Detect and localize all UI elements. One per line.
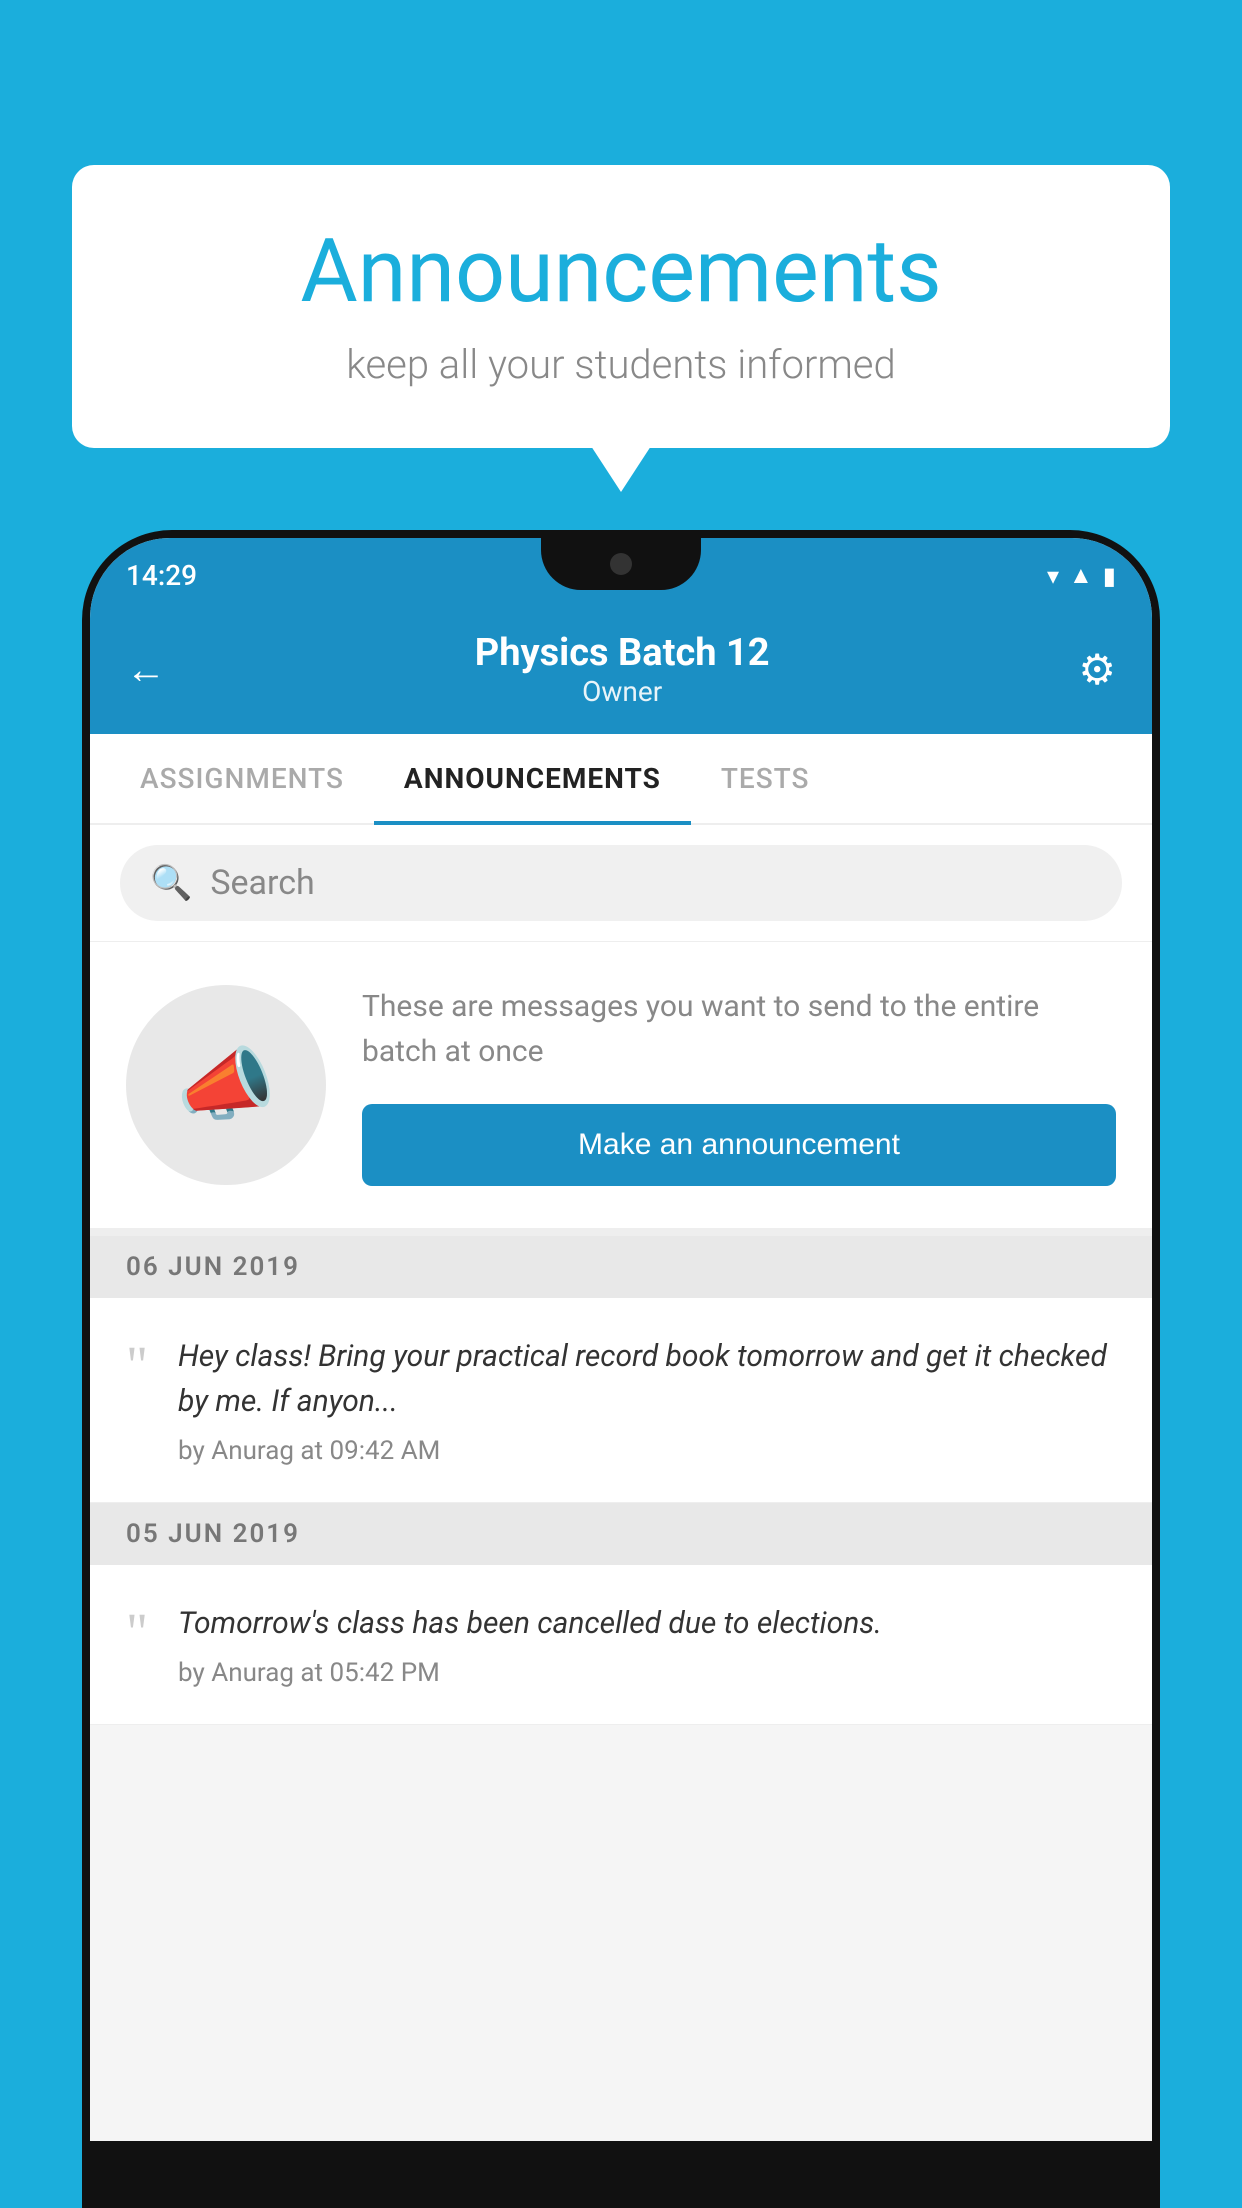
header-title: Physics Batch 12 [166,631,1078,675]
announcement-author-1: by Anurag at 09:42 AM [178,1436,1116,1466]
phone-notch [541,538,701,590]
phone-frame: 14:29 ▾ ▲ ▮ ← Physics Batch 12 Owner ⚙ A… [82,530,1160,2208]
speech-bubble-subtitle: keep all your students informed [132,341,1110,388]
date-separator-1: 06 JUN 2019 [90,1236,1152,1298]
search-icon: 🔍 [150,863,192,903]
header-title-block: Physics Batch 12 Owner [166,631,1078,708]
status-time: 14:29 [126,559,197,592]
megaphone-icon: 📣 [176,1038,276,1132]
promo-icon-circle: 📣 [126,985,326,1185]
phone-screen: 🔍 Search 📣 These are messages you want t… [90,825,1152,2141]
gear-icon[interactable]: ⚙ [1078,645,1116,695]
quote-icon-2: " [126,1605,148,1659]
header-subtitle: Owner [166,675,1078,708]
tabs-bar: ASSIGNMENTS ANNOUNCEMENTS TESTS [90,734,1152,825]
signal-icon: ▲ [1069,561,1093,590]
announcement-author-2: by Anurag at 05:42 PM [178,1658,1116,1688]
tab-assignments[interactable]: ASSIGNMENTS [110,734,374,823]
announcement-text-1: Hey class! Bring your practical record b… [178,1334,1116,1424]
wifi-icon: ▾ [1047,562,1059,590]
announcement-promo: 📣 These are messages you want to send to… [90,942,1152,1236]
speech-bubble: Announcements keep all your students inf… [72,165,1170,448]
status-icons: ▾ ▲ ▮ [1047,561,1116,590]
app-header: ← Physics Batch 12 Owner ⚙ [90,613,1152,734]
camera-dot [610,553,632,575]
search-bar[interactable]: 🔍 Search [120,845,1122,921]
status-bar: 14:29 ▾ ▲ ▮ [90,538,1152,613]
promo-text-block: These are messages you want to send to t… [362,984,1116,1186]
back-button[interactable]: ← [126,646,166,693]
announcement-item-1: " Hey class! Bring your practical record… [90,1298,1152,1503]
announcement-content-2: Tomorrow's class has been cancelled due … [178,1601,1116,1688]
quote-icon-1: " [126,1338,148,1392]
date-separator-2: 05 JUN 2019 [90,1503,1152,1565]
search-placeholder: Search [210,863,314,903]
make-announcement-button[interactable]: Make an announcement [362,1104,1116,1186]
battery-icon: ▮ [1103,562,1116,590]
speech-bubble-container: Announcements keep all your students inf… [72,165,1170,448]
search-bar-container: 🔍 Search [90,825,1152,942]
promo-description: These are messages you want to send to t… [362,984,1116,1074]
announcement-content-1: Hey class! Bring your practical record b… [178,1334,1116,1466]
phone-inner: 14:29 ▾ ▲ ▮ ← Physics Batch 12 Owner ⚙ A… [90,538,1152,2141]
announcement-item-2: " Tomorrow's class has been cancelled du… [90,1565,1152,1725]
tab-tests[interactable]: TESTS [691,734,840,823]
tab-announcements[interactable]: ANNOUNCEMENTS [374,734,691,823]
announcement-text-2: Tomorrow's class has been cancelled due … [178,1601,1116,1646]
speech-bubble-title: Announcements [132,220,1110,323]
